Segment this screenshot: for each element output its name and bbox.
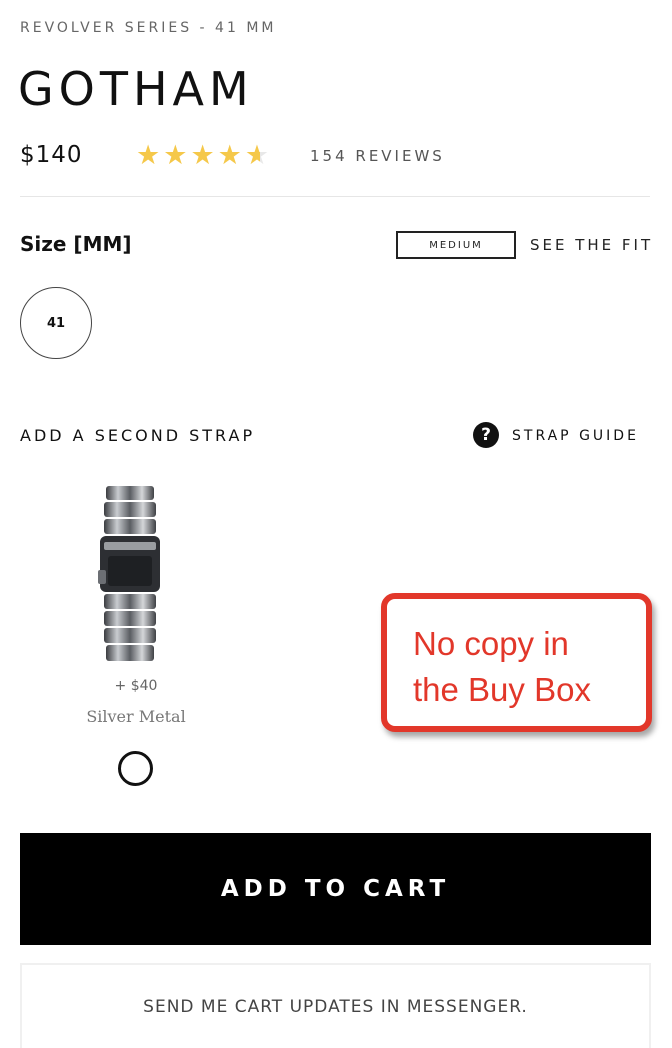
messenger-updates-label: SEND ME CART UPDATES IN MESSENGER. [143,997,528,1017]
size-option-41[interactable]: 41 [20,287,92,359]
star-icon: ★ [136,140,164,171]
product-title: GOTHAM [18,62,254,116]
strap-select-radio[interactable] [118,751,153,786]
add-to-cart-button[interactable]: ADD TO CART [20,833,651,945]
strap-guide-link[interactable]: STRAP GUIDE [512,428,639,444]
strap-price: + $40 [114,678,158,694]
strap-name: Silver Metal [86,707,186,726]
see-the-fit-link[interactable]: SEE THE FIT [530,236,653,254]
star-icon: ★ [163,140,191,171]
size-label: Size [MM] [20,232,132,256]
question-circle-icon[interactable]: ? [473,422,499,448]
fit-indicator: MEDIUM [396,231,516,259]
divider [20,196,650,197]
star-icon: ★ [217,140,245,171]
callout-line-2: the Buy Box [413,671,591,708]
half-star-icon: ★ [244,140,273,171]
second-strap-heading: ADD A SECOND STRAP [20,426,256,445]
silver-metal-strap-image[interactable] [94,484,166,664]
product-price: $140 [20,142,83,168]
series-label: REVOLVER SERIES - 41 MM [20,20,277,36]
annotation-callout: No copy in the Buy Box [381,593,652,732]
messenger-updates-box[interactable]: SEND ME CART UPDATES IN MESSENGER. [20,963,651,1048]
star-rating[interactable]: ★★★★★ [136,140,272,171]
callout-line-1: No copy in [413,625,569,662]
reviews-link[interactable]: 154 REVIEWS [310,147,445,165]
star-icon: ★ [190,140,218,171]
